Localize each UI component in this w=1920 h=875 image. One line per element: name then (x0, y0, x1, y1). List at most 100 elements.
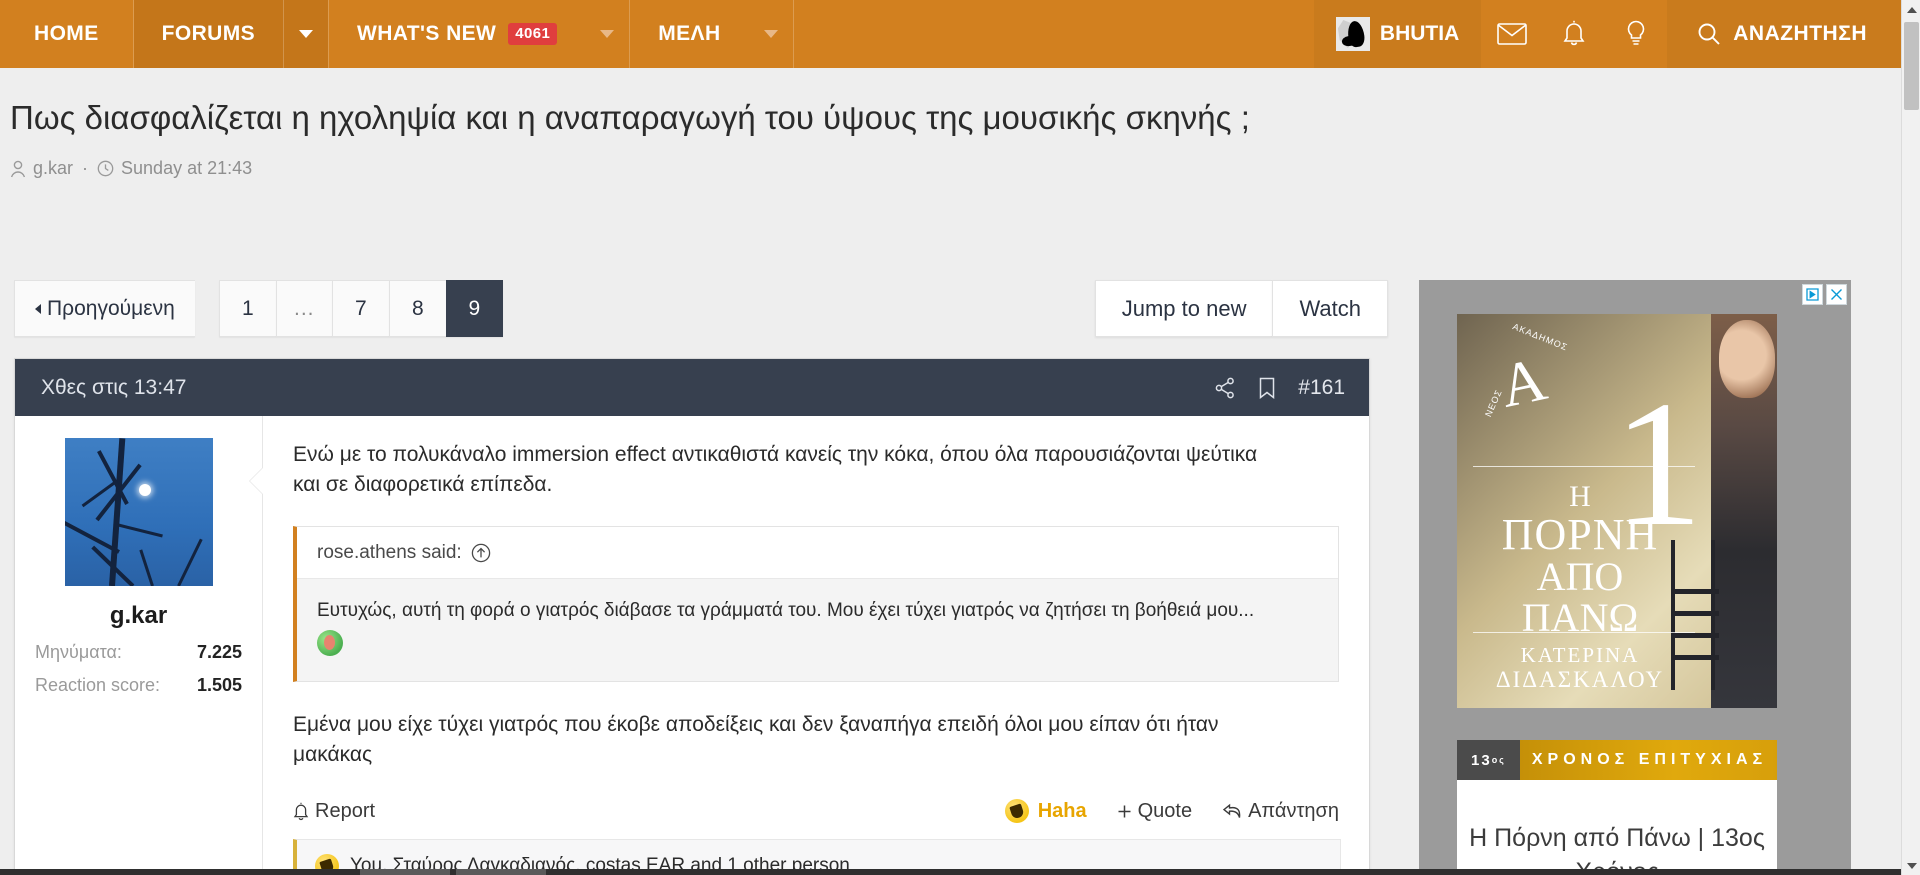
post-arrow-notch (250, 468, 263, 494)
stat-label: Reaction score: (35, 675, 160, 696)
search-label: ΑΝΑΖΗΤΗΣΗ (1733, 22, 1867, 46)
quote-body: Ευτυχώς, αυτή τη φορά ο γιατρός διάβασε … (317, 600, 1254, 621)
user-icon (10, 160, 26, 178)
ad-poster-image[interactable]: 1 A ΑΚΑΔΗΜΟΣ ΝΕΟΣ Η ΠΟΡΝΗ ΑΠΟ ΠΑΝΩ ΚΑΤΕΡ… (1457, 314, 1777, 708)
ad-caption[interactable]: Η Πόρνη από Πάνω | 13ος Χρόνος (1457, 780, 1777, 875)
ad-performer-first: ΚΑΤΕΡΙΝΑ (1457, 644, 1703, 667)
chevron-down-icon[interactable] (585, 0, 629, 68)
reaction-label: Haha (1038, 800, 1087, 823)
nav-item-whats-new[interactable]: WHAT'S NEW 4061 (329, 0, 585, 68)
pagination-page-8[interactable]: 8 (389, 280, 446, 337)
quote-button[interactable]: Quote (1117, 800, 1192, 823)
jump-to-new-label: Jump to new (1122, 296, 1247, 322)
ad-credits: ΕΝΑ ΕΡΓΟ ΤΟΥ ΑΝΤΩΝΗ ΤΣΙΠΙΑΝΙΤΗ ΑΘΕΡΙΝΟΥ … (1457, 706, 1703, 708)
pagination-page-1[interactable]: 1 (219, 280, 276, 337)
clock-icon (97, 160, 114, 177)
triangle-up-icon (1907, 7, 1917, 13)
reply-button[interactable]: Απάντηση (1222, 800, 1339, 823)
pagination-page-7[interactable]: 7 (332, 280, 389, 337)
stat-value: 7.225 (197, 642, 242, 663)
nav-item-forums[interactable]: FORUMS (134, 0, 283, 68)
bell-icon (293, 802, 309, 821)
green-pepper-emoji (317, 630, 343, 656)
taskbar-strip (0, 869, 1901, 875)
quote-author[interactable]: rose.athens said: (317, 542, 462, 564)
lightbulb-button[interactable] (1605, 0, 1667, 68)
post-actions: Report Haha Quote (293, 799, 1339, 829)
pagination: Προηγούμενη 1 ... 7 8 9 (14, 280, 503, 337)
watch-button[interactable]: Watch (1272, 280, 1388, 337)
breadcrumb: g.kar · Sunday at 21:43 (10, 158, 252, 179)
quote-block: rose.athens said: Ευτυχώς, αυτή τη φορά … (293, 526, 1339, 682)
pagination-page-9-current[interactable]: 9 (446, 280, 503, 337)
chevron-down-icon[interactable] (284, 0, 328, 68)
nav-group-members: ΜΕΛΗ (630, 0, 792, 68)
vertical-scrollbar[interactable] (1901, 0, 1920, 875)
haha-emoji (1005, 799, 1029, 823)
nav-item-members[interactable]: ΜΕΛΗ (630, 0, 748, 68)
ad-poster-title: Η ΠΟΡΝΗ ΑΠΟ ΠΑΝΩ (1457, 482, 1703, 639)
reaction-haha-button[interactable]: Haha (1005, 799, 1087, 823)
chevron-down-icon[interactable] (749, 0, 793, 68)
share-icon[interactable] (1214, 377, 1236, 399)
reply-arrow-icon (1222, 803, 1242, 820)
page-title: Πως διασφαλίζεται η ηχοληψία και η αναπα… (10, 99, 1250, 137)
ad-title-line-3: ΑΠΟ (1457, 557, 1703, 598)
alerts-button[interactable] (1543, 0, 1605, 68)
pagination-prev-label: Προηγούμενη (47, 297, 175, 321)
triangle-down-icon (1907, 863, 1917, 869)
thread-actions: Jump to new Watch (1095, 280, 1388, 337)
nav-item-whats-new-label: WHAT'S NEW (357, 22, 496, 46)
nav-group-whats-new: WHAT'S NEW 4061 (329, 0, 629, 68)
jump-to-new-button[interactable]: Jump to new (1095, 280, 1273, 337)
byline-separator: · (82, 158, 88, 179)
adchoices-icon[interactable] (1802, 284, 1823, 305)
thread-date: Sunday at 21:43 (121, 158, 252, 179)
envelope-icon (1497, 23, 1527, 45)
nav-right-group: BHUTIA (1314, 0, 1901, 68)
nav-item-forums-label: FORUMS (162, 22, 255, 46)
stat-row-reaction-score: Reaction score: 1.505 (15, 675, 262, 696)
search-button[interactable]: ΑΝΑΖΗΤΗΣΗ (1667, 0, 1901, 68)
ad-performer-last: ΔΙΔΑΣΚΑΛΟΥ (1457, 667, 1703, 692)
scroll-up-button[interactable] (1902, 0, 1920, 19)
inbox-button[interactable] (1481, 0, 1543, 68)
post-author-name[interactable]: g.kar (110, 602, 167, 630)
quote-text: Ευτυχώς, αυτή τη φορά ο γιατρός διάβασε … (297, 578, 1338, 681)
scrollbar-thumb[interactable] (1904, 22, 1919, 110)
quote-label: Quote (1138, 800, 1192, 823)
nav-user-menu[interactable]: BHUTIA (1314, 0, 1481, 68)
stat-label: Μηνύματα: (35, 642, 122, 663)
arrow-up-circle-icon[interactable] (471, 543, 491, 563)
nav-username-label: BHUTIA (1380, 22, 1459, 46)
scroll-down-button[interactable] (1902, 856, 1920, 875)
advertisement[interactable]: 1 A ΑΚΑΔΗΜΟΣ ΝΕΟΣ Η ΠΟΡΝΗ ΑΠΟ ΠΑΝΩ ΚΑΤΕΡ… (1419, 280, 1851, 875)
ad-banner-sup: ος (1492, 755, 1506, 765)
close-icon[interactable] (1826, 284, 1847, 305)
pagination-prev[interactable]: Προηγούμενη (14, 280, 195, 337)
ad-title-line-2: ΠΟΡΝΗ (1457, 513, 1703, 558)
plus-icon (1117, 804, 1132, 819)
thread-author[interactable]: g.kar (33, 158, 73, 179)
post-timestamp: Χθες στις 13:47 (41, 376, 186, 400)
post-body: g.kar Μηνύματα: 7.225 Reaction score: 1.… (15, 416, 1369, 875)
post-message: Ενώ με το πολυκάναλο immersion effect αν… (263, 416, 1369, 875)
ad-banner-num: 13 (1471, 752, 1492, 769)
avatar (1336, 17, 1370, 51)
ad-banner-text: ΧΡΟΝΟΣ ΕΠΙΤΥΧΙΑΣ (1520, 740, 1777, 780)
ad-credit-writer: ΕΝΑ ΕΡΓΟ ΤΟΥ ΑΝΤΩΝΗ ΤΣΙΠΙΑΝΙΤΗ ΑΘΕΡΙΝΟΥ (1457, 706, 1703, 708)
nav-divider (793, 0, 794, 68)
top-navbar: HOME FORUMS WHAT'S NEW 4061 ΜΕΛΗ BHUTIA (0, 0, 1901, 68)
nav-item-members-label: ΜΕΛΗ (658, 22, 720, 46)
bookmark-icon[interactable] (1258, 377, 1276, 399)
pagination-page-label: ... (294, 297, 315, 321)
post-number[interactable]: #161 (1298, 376, 1345, 400)
report-button[interactable]: Report (293, 800, 375, 823)
pagination-ellipsis[interactable]: ... (276, 280, 332, 337)
nav-item-home[interactable]: HOME (0, 0, 133, 68)
watch-label: Watch (1299, 296, 1361, 322)
pagination-spacer (195, 280, 219, 337)
avatar[interactable] (65, 438, 213, 586)
ad-logo-ring-bottom: ΝΕΟΣ (1483, 388, 1504, 419)
stat-row-messages: Μηνύματα: 7.225 (15, 642, 262, 663)
